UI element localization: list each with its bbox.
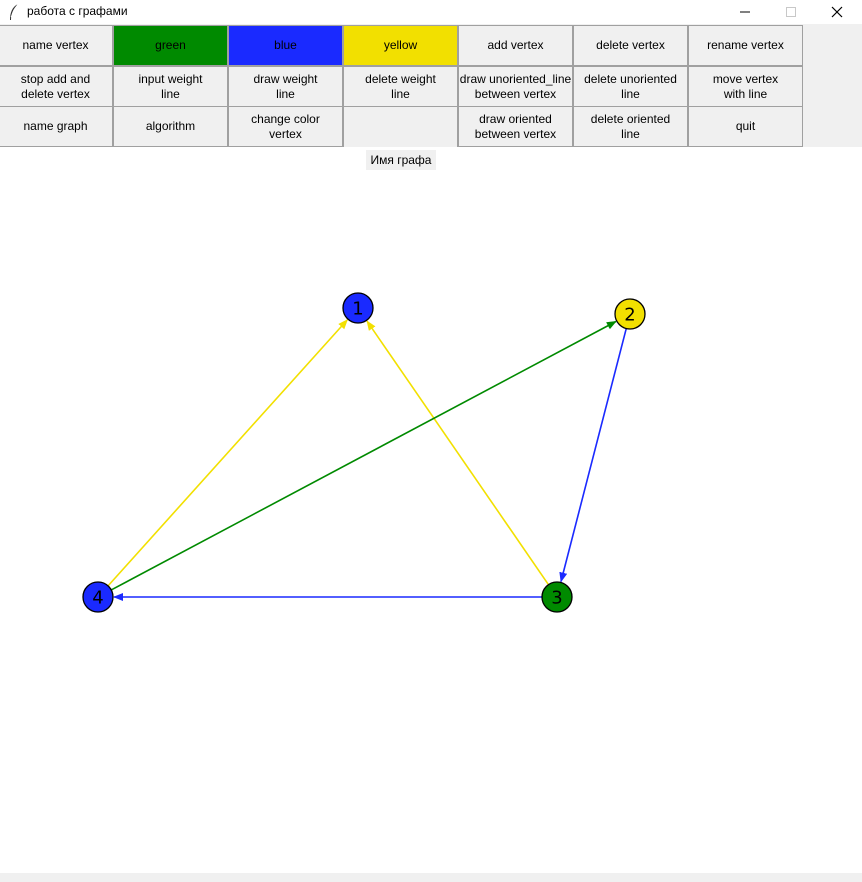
quit-button[interactable]: quit <box>688 106 803 147</box>
draw-weight-line-button[interactable]: draw weight line <box>228 66 343 107</box>
delete-vertex-button[interactable]: delete vertex <box>573 25 688 66</box>
delete-weight-line-button[interactable]: delete weight line <box>343 66 458 107</box>
stop-add-and-delete-vertex-button[interactable]: stop add and delete vertex <box>0 66 113 107</box>
draw-oriented-between-vertex-button[interactable]: draw oriented between vertex <box>458 106 573 147</box>
vertex-3[interactable]: 3 <box>541 581 573 613</box>
edge-2-3[interactable] <box>559 328 628 583</box>
blank-button[interactable] <box>343 106 458 147</box>
close-icon <box>831 6 843 18</box>
move-vertex-with-line-button[interactable]: move vertex with line <box>688 66 803 107</box>
minimize-button[interactable] <box>722 0 768 24</box>
change-color-vertex-button[interactable]: change color vertex <box>228 106 343 147</box>
edge-3-1[interactable] <box>366 320 550 586</box>
draw-unoriented-line-between-vertex-button[interactable]: draw unoriented_line between vertex <box>458 66 573 107</box>
vertex-4[interactable]: 4 <box>82 581 114 613</box>
minimize-icon <box>740 11 750 13</box>
name-vertex-button[interactable]: name vertex <box>0 25 113 66</box>
vertices-layer: 1 2 3 4 <box>82 292 646 613</box>
graph-name-label: Имя графа <box>366 150 436 170</box>
rename-vertex-button[interactable]: rename vertex <box>688 25 803 66</box>
vertex-label: 4 <box>92 588 103 609</box>
blue-button[interactable]: blue <box>228 25 343 66</box>
maximize-button[interactable] <box>768 0 814 24</box>
algorithm-button[interactable]: algorithm <box>113 106 228 147</box>
bottom-strip <box>0 873 862 882</box>
edges-layer <box>107 319 628 601</box>
graph-canvas[interactable]: 1 2 3 4 <box>0 172 862 872</box>
green-button[interactable]: green <box>113 25 228 66</box>
name-graph-button[interactable]: name graph <box>0 106 113 147</box>
edge-4-2[interactable] <box>110 320 617 591</box>
yellow-button[interactable]: yellow <box>343 25 458 66</box>
feather-icon <box>10 3 19 20</box>
vertex-label: 1 <box>352 299 363 320</box>
close-button[interactable] <box>814 0 860 24</box>
delete-oriented-line-button[interactable]: delete oriented line <box>573 106 688 147</box>
vertex-1[interactable]: 1 <box>342 292 374 324</box>
title-bar: работа с графами <box>0 0 862 24</box>
edge-4-1[interactable] <box>107 319 348 587</box>
window-title: работа с графами <box>27 4 128 18</box>
vertex-label: 3 <box>551 588 562 609</box>
vertex-2[interactable]: 2 <box>614 298 646 330</box>
delete-unoriented-line-button[interactable]: delete unoriented line <box>573 66 688 107</box>
vertex-label: 2 <box>624 305 635 326</box>
input-weight-line-button[interactable]: input weight line <box>113 66 228 107</box>
maximize-icon <box>786 7 796 17</box>
add-vertex-button[interactable]: add vertex <box>458 25 573 66</box>
